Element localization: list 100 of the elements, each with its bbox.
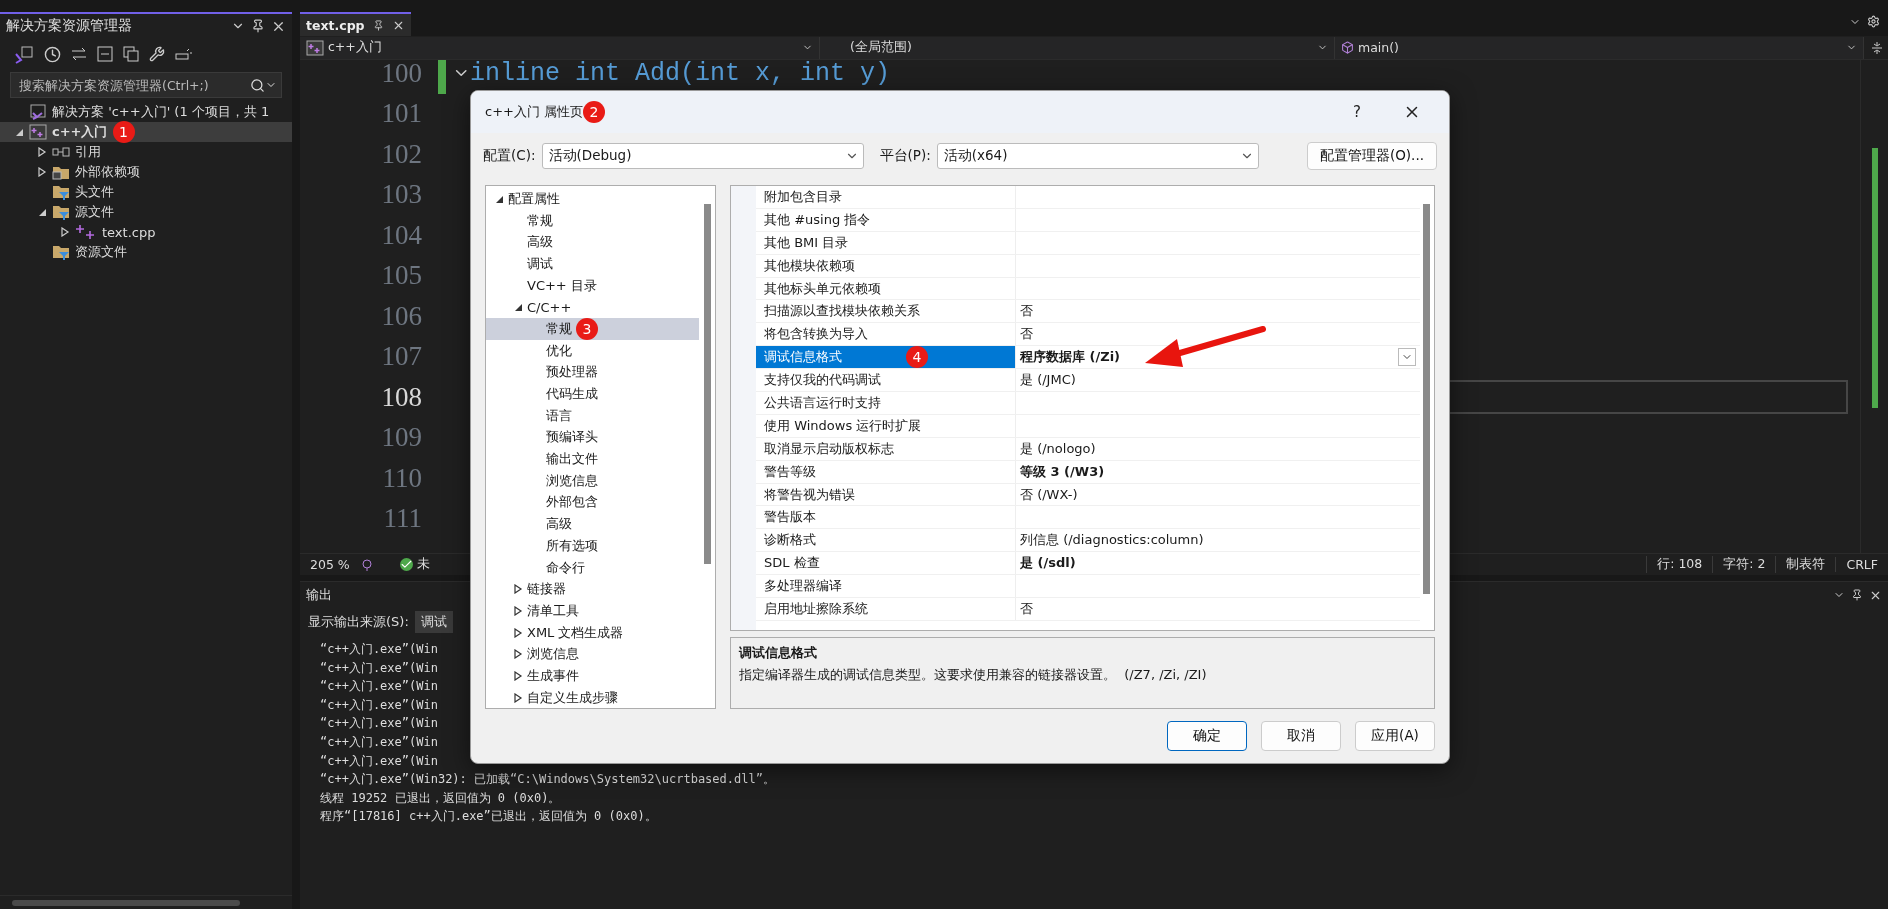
property-row[interactable]: 启用地址擦除系统 否 [756, 598, 1420, 621]
tree-item[interactable]: 生成事件 [486, 665, 699, 687]
tree-item[interactable]: VC++ 目录 [486, 274, 699, 297]
config-manager-button[interactable]: 配置管理器(O)... [1306, 142, 1437, 170]
tree-item[interactable]: 输出文件 [486, 448, 699, 470]
dialog-button[interactable]: 取消 [1261, 721, 1341, 751]
tree-item[interactable]: 引用 [0, 142, 292, 162]
expanded-arrow-icon[interactable] [14, 127, 24, 137]
tree-item[interactable]: 常规 3 [486, 318, 699, 340]
property-row[interactable]: 将警告视为错误 否 (/WX-) [756, 483, 1420, 507]
tree-item[interactable]: 头文件 [0, 182, 292, 202]
collapsed-arrow-icon[interactable] [513, 627, 523, 638]
property-row[interactable]: 公共语言运行时支持 [756, 392, 1420, 415]
config-select[interactable]: 活动(Debug) [541, 143, 864, 169]
expanded-arrow-icon[interactable] [513, 302, 523, 313]
tree-item[interactable]: 常规 [486, 209, 699, 232]
horizontal-scrollbar[interactable] [0, 895, 292, 909]
property-row[interactable]: 其他模块依赖项 [756, 254, 1420, 278]
pin-icon[interactable] [372, 19, 384, 31]
tree-item[interactable]: 高级 [486, 513, 699, 535]
collapsed-arrow-icon[interactable] [513, 605, 523, 616]
tree-item[interactable]: 代码生成 [486, 383, 699, 405]
solution-view-icon[interactable] [14, 44, 34, 64]
property-row[interactable]: 其他 #using 指令 [756, 208, 1420, 232]
tree-item[interactable]: 浏览信息 [486, 469, 699, 492]
help-button[interactable]: ? [1327, 102, 1387, 122]
wrench-icon[interactable] [149, 46, 165, 62]
project-icon [306, 39, 324, 56]
property-row[interactable]: 警告等级 等级 3 (/W3) [756, 460, 1420, 484]
tree-item[interactable]: 外部包含 [486, 491, 699, 514]
tree-item[interactable]: 链接器 [486, 578, 699, 601]
property-row[interactable]: 调试信息格式 4 程序数据库 (/Zi) [756, 346, 1420, 370]
property-row[interactable]: 使用 Windows 运行时扩展 [756, 414, 1420, 438]
platform-select[interactable]: 活动(x64) [936, 143, 1259, 169]
search-icon[interactable] [250, 77, 265, 93]
source-dropdown[interactable]: 调试 [414, 611, 453, 633]
collapse-all-icon[interactable] [97, 46, 113, 62]
collapsed-arrow-icon[interactable] [513, 670, 523, 681]
tree-item[interactable]: XML 文档生成器 [486, 621, 699, 644]
tree-item-label: 引用 [75, 143, 101, 161]
copy-windows-icon[interactable] [123, 46, 139, 62]
zoom-level[interactable]: 205 % [300, 557, 360, 572]
output-line: “c++入门.exe”(Win [320, 659, 438, 677]
indent-mode[interactable]: 制表符 [1775, 556, 1836, 573]
tree-item[interactable]: 预处理器 [486, 361, 699, 384]
property-row[interactable]: 诊断格式 列信息 (/diagnostics:column) [756, 529, 1420, 553]
brush-icon[interactable] [359, 557, 374, 572]
editor-tab[interactable]: text.cpp [300, 12, 411, 36]
check-icon [399, 558, 413, 571]
tree-item[interactable]: 外部依赖项 [0, 162, 292, 182]
tree-item[interactable]: 调试 [486, 253, 699, 275]
property-row[interactable]: 扫描源以查找模块依赖关系 否 [756, 300, 1420, 324]
property-row[interactable]: 其他标头单元依赖项 [756, 277, 1420, 301]
line-ending[interactable]: CRLF [1835, 557, 1888, 572]
tree-item[interactable]: 源文件 [0, 202, 292, 222]
expanded-arrow-icon[interactable] [37, 207, 47, 217]
tree-item[interactable]: c++入门 1 [0, 122, 292, 142]
clock-icon[interactable] [44, 45, 61, 63]
tree-item[interactable]: 命令行 [486, 556, 699, 579]
navigation-dropdown[interactable]: main() [1335, 36, 1864, 59]
tree-item[interactable]: 高级 [486, 231, 699, 254]
tree-item[interactable]: 解决方案 'c++入门' (1 个项目，共 1 [0, 102, 292, 122]
property-row[interactable]: 多处理器编译 [756, 575, 1420, 599]
references-icon [52, 146, 70, 158]
tree-item[interactable]: 资源文件 [0, 242, 292, 262]
project-icon [29, 124, 47, 140]
settings-icon[interactable] [1867, 15, 1880, 28]
pin-icon[interactable] [251, 19, 265, 33]
tree-item[interactable]: 清单工具 [486, 600, 699, 622]
sync-arrows-icon[interactable] [71, 47, 87, 61]
tree-item[interactable]: 所有选项 [486, 535, 699, 557]
number-badge: 2 [583, 101, 606, 123]
navigation-dropdown[interactable]: c++入门 [300, 36, 820, 59]
scrollbar-thumb[interactable] [704, 204, 711, 564]
line-number: 109 [380, 422, 423, 454]
collapsed-arrow-icon[interactable] [513, 584, 523, 595]
tree-item[interactable]: text.cpp [0, 222, 292, 242]
dialog-button[interactable]: 确定 [1167, 721, 1247, 751]
search-field[interactable]: 搜索解决方案资源管理器(Ctrl+;) [10, 72, 282, 98]
tree-item[interactable]: 浏览信息 [486, 643, 699, 666]
tree-item[interactable]: 自定义生成步骤 [486, 686, 699, 708]
tree-item[interactable]: 优化 [486, 339, 699, 362]
collapsed-arrow-icon[interactable] [513, 649, 523, 660]
tree-item[interactable]: 配置属性 [486, 188, 699, 210]
property-row[interactable]: 支持仅我的代码调试 是 (/JMC) [756, 369, 1420, 392]
collapsed-arrow-icon[interactable] [513, 692, 523, 703]
property-row[interactable]: SDL 检查 是 (/sdl) [756, 552, 1420, 576]
preview-icon[interactable] [175, 48, 193, 60]
number-badge: 1 [112, 121, 135, 143]
dialog-button[interactable]: 应用(A) [1355, 721, 1435, 751]
pin-icon[interactable] [1851, 589, 1863, 601]
property-row[interactable]: 警告版本 [756, 506, 1420, 530]
property-row[interactable]: 附加包含目录 [756, 186, 1420, 209]
tree-item[interactable]: C/C++ [486, 296, 699, 319]
property-row[interactable]: 其他 BMI 目录 [756, 231, 1420, 255]
scrollbar-thumb[interactable] [1423, 204, 1430, 594]
tree-item[interactable]: 预编译头 [486, 426, 699, 449]
navigation-dropdown[interactable]: (全局范围) [820, 36, 1335, 59]
property-row[interactable]: 取消显示启动版权标志 是 (/nologo) [756, 437, 1420, 461]
tree-item[interactable]: 语言 [486, 404, 699, 427]
